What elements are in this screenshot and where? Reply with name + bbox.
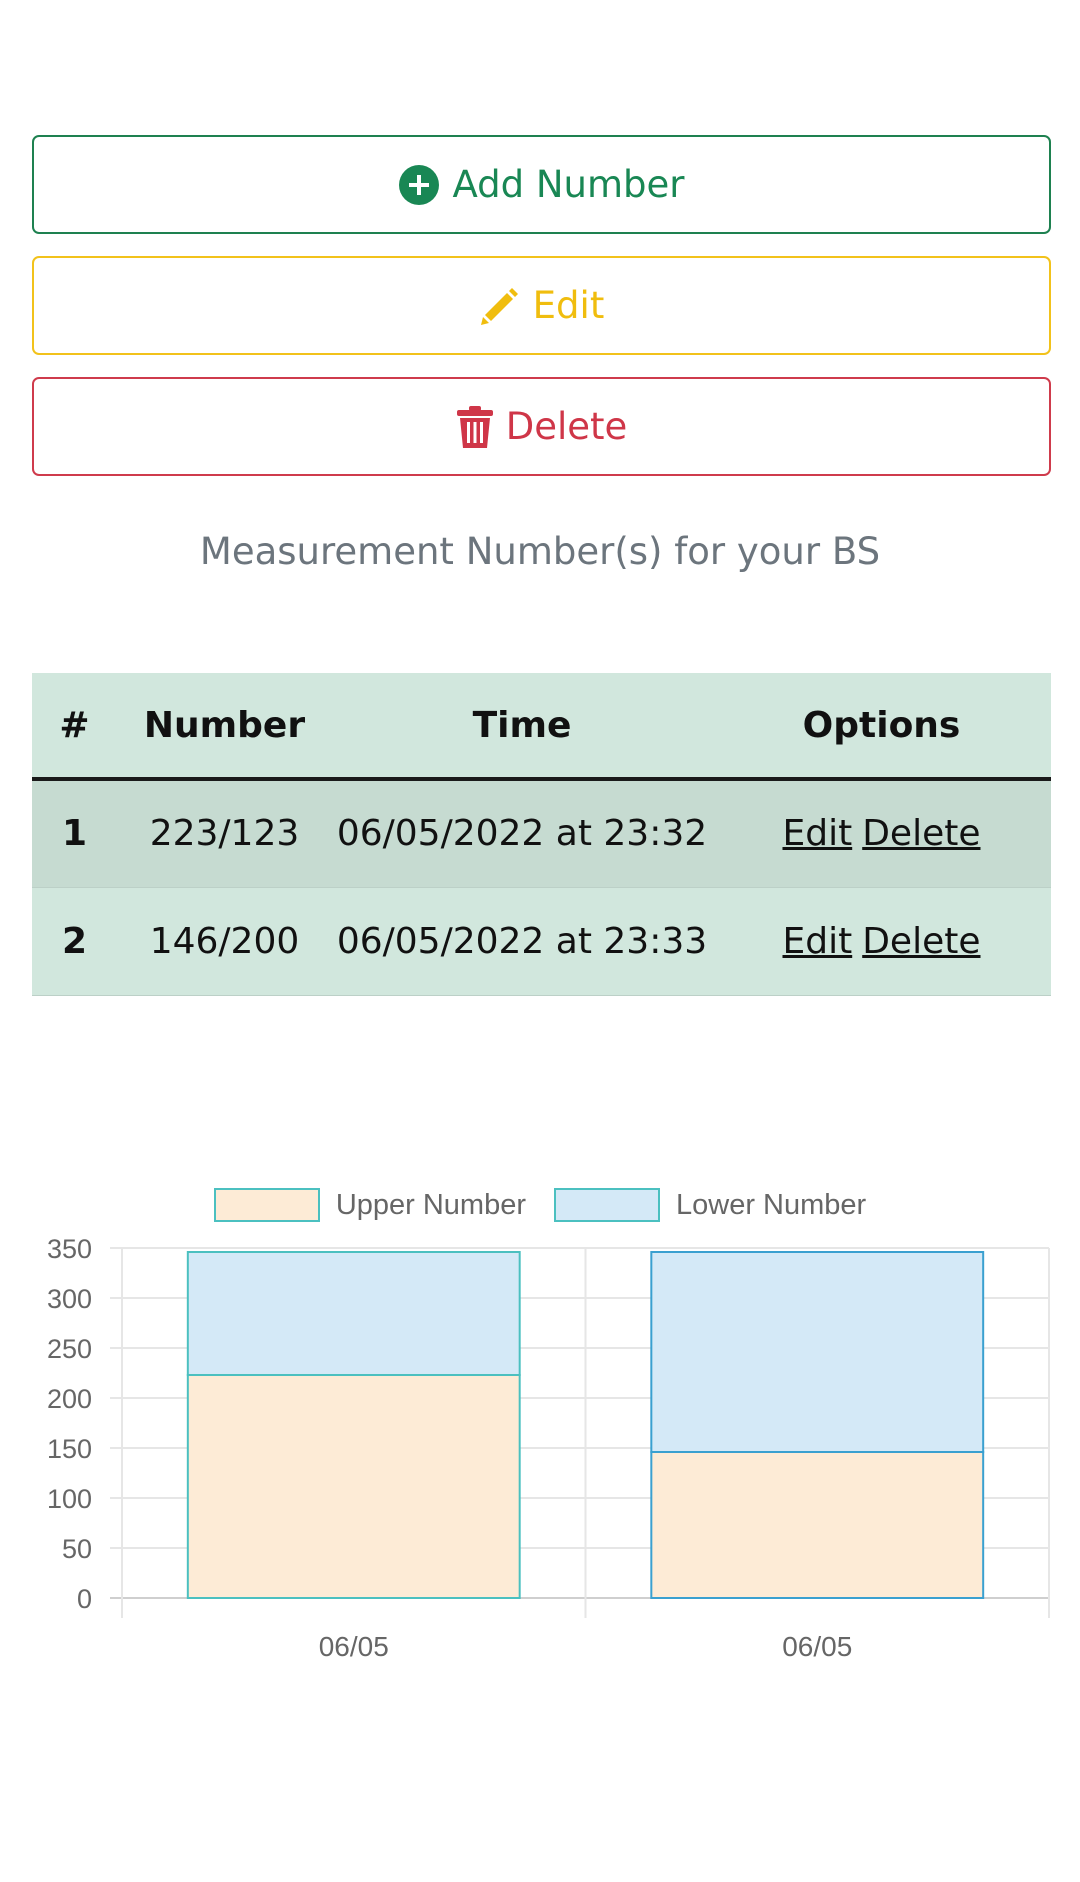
table-header-row: # Number Time Options: [32, 673, 1051, 781]
bar-lower: [650, 1251, 985, 1453]
legend-swatch-lower: [554, 1188, 660, 1222]
y-tick-label: 300: [47, 1284, 92, 1314]
header-options: Options: [712, 673, 1051, 781]
y-tick-label: 50: [62, 1534, 92, 1564]
row-edit-link[interactable]: Edit: [782, 813, 852, 854]
measurement-caption: Measurement Number(s) for your BS: [199, 530, 881, 573]
page: Add Number Edit Delete Measurement Numbe…: [0, 0, 1080, 1882]
bar-chart: 0 50 100 150 200 250 300 350 06/05 06/05: [47, 1234, 1050, 1662]
header-number: Number: [117, 673, 332, 781]
y-tick-label: 150: [47, 1434, 92, 1464]
edit-label: Edit: [532, 284, 605, 327]
row-index: 1: [32, 779, 117, 888]
row-options: Edit Delete: [712, 887, 1051, 996]
y-tick-label: 0: [77, 1584, 92, 1614]
plus-circle-icon: [398, 164, 440, 206]
bar-upper: [186, 1374, 521, 1599]
y-tick-label: 350: [47, 1234, 92, 1264]
row-time: 06/05/2022 at 23:32: [332, 779, 712, 888]
row-number: 146/200: [117, 887, 332, 996]
trash-icon: [456, 405, 494, 449]
legend-label-upper: Upper Number: [335, 1188, 526, 1221]
table-row: 2 146/200 06/05/2022 at 23:33 Edit Delete: [32, 887, 1051, 996]
x-tick-label: 06/05: [782, 1631, 852, 1662]
row-number: 223/123: [117, 779, 332, 888]
delete-button[interactable]: Delete: [32, 377, 1051, 476]
x-tick-label: 06/05: [319, 1631, 389, 1662]
edit-button[interactable]: Edit: [32, 256, 1051, 355]
row-time: 06/05/2022 at 23:33: [332, 887, 712, 996]
row-delete-link[interactable]: Delete: [862, 921, 980, 962]
bar-upper: [650, 1451, 985, 1599]
legend-item-upper[interactable]: Upper Number: [213, 1188, 526, 1222]
delete-label: Delete: [505, 405, 628, 448]
measurements-table: # Number Time Options 1 223/123 06/05/20…: [32, 673, 1051, 996]
row-delete-link[interactable]: Delete: [862, 813, 980, 854]
bar-lower: [186, 1251, 521, 1376]
y-tick-label: 200: [47, 1384, 92, 1414]
add-number-label: Add Number: [452, 163, 685, 206]
chart-legend: Upper Number Lower Number: [0, 1188, 1080, 1222]
row-options: Edit Delete: [712, 779, 1051, 888]
add-number-button[interactable]: Add Number: [32, 135, 1051, 234]
legend-swatch-upper: [213, 1188, 320, 1222]
header-time: Time: [332, 673, 712, 781]
row-index: 2: [32, 887, 117, 996]
y-tick-label: 250: [47, 1334, 92, 1364]
legend-item-lower[interactable]: Lower Number: [554, 1188, 866, 1222]
header-index: #: [32, 673, 117, 781]
row-edit-link[interactable]: Edit: [782, 921, 852, 962]
y-tick-label: 100: [47, 1484, 92, 1514]
table-row: 1 223/123 06/05/2022 at 23:32 Edit Delete: [32, 779, 1051, 888]
pencil-icon: [479, 285, 521, 327]
legend-label-lower: Lower Number: [676, 1188, 867, 1221]
